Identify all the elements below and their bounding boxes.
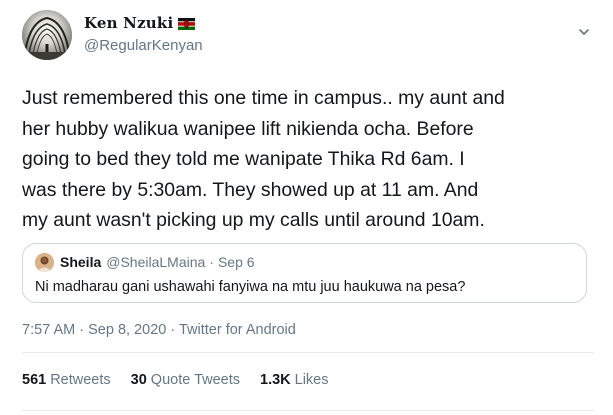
retweets-label: Retweets xyxy=(50,372,111,388)
meta-separator-1: · xyxy=(79,322,85,338)
likes-stat[interactable]: 1.3K Likes xyxy=(260,372,329,388)
quotes-label: Quote Tweets xyxy=(150,372,240,388)
kenya-flag-icon xyxy=(178,17,196,30)
user-handle[interactable]: @RegularKenyan xyxy=(84,37,203,54)
tweet-text: Just remembered this one time in campus.… xyxy=(22,87,505,231)
quoted-tweet[interactable]: Sheila @SheilaLMaina · Sep 6 Ni madharau… xyxy=(22,243,587,303)
tweet-stats: 561 Retweets 30 Quote Tweets 1.3K Likes xyxy=(22,372,349,388)
user-display-name[interactable]: Ken Nzuki xyxy=(84,14,173,32)
divider xyxy=(22,352,594,353)
tweet-time[interactable]: 7:57 AM xyxy=(22,322,75,338)
avatar-image xyxy=(22,10,72,60)
quoted-header: Sheila @SheilaLMaina · Sep 6 xyxy=(60,254,255,270)
quoted-avatar-image xyxy=(35,253,54,272)
quoted-text: Ni madharau gani ushawahi fanyiwa na mtu… xyxy=(35,279,466,295)
likes-label: Likes xyxy=(294,372,329,388)
retweets-stat[interactable]: 561 Retweets xyxy=(22,372,111,388)
divider xyxy=(22,410,594,411)
user-avatar[interactable] xyxy=(22,10,72,60)
quoted-user-avatar[interactable] xyxy=(35,253,54,272)
tweet-meta: 7:57 AM · Sep 8, 2020 · Twitter for Andr… xyxy=(22,322,296,338)
quoted-handle[interactable]: @SheilaLMaina xyxy=(106,254,205,270)
quotes-count: 30 xyxy=(130,372,147,388)
likes-count: 1.3K xyxy=(260,372,291,388)
retweets-count: 561 xyxy=(22,372,47,388)
quoted-display-name[interactable]: Sheila xyxy=(60,254,101,270)
user-name-row[interactable]: Ken Nzuki xyxy=(84,12,196,34)
tweet-card: Ken Nzuki @RegularKenyan Just remembered… xyxy=(0,0,613,415)
quoted-separator: · xyxy=(209,254,214,270)
meta-separator-2: · xyxy=(170,322,176,338)
quote-tweets-stat[interactable]: 30 Quote Tweets xyxy=(131,372,240,388)
chevron-down-icon[interactable] xyxy=(577,25,591,39)
quoted-date[interactable]: Sep 6 xyxy=(218,254,255,270)
tweet-source[interactable]: Twitter for Android xyxy=(179,322,296,338)
tweet-date[interactable]: Sep 8, 2020 xyxy=(88,322,166,338)
